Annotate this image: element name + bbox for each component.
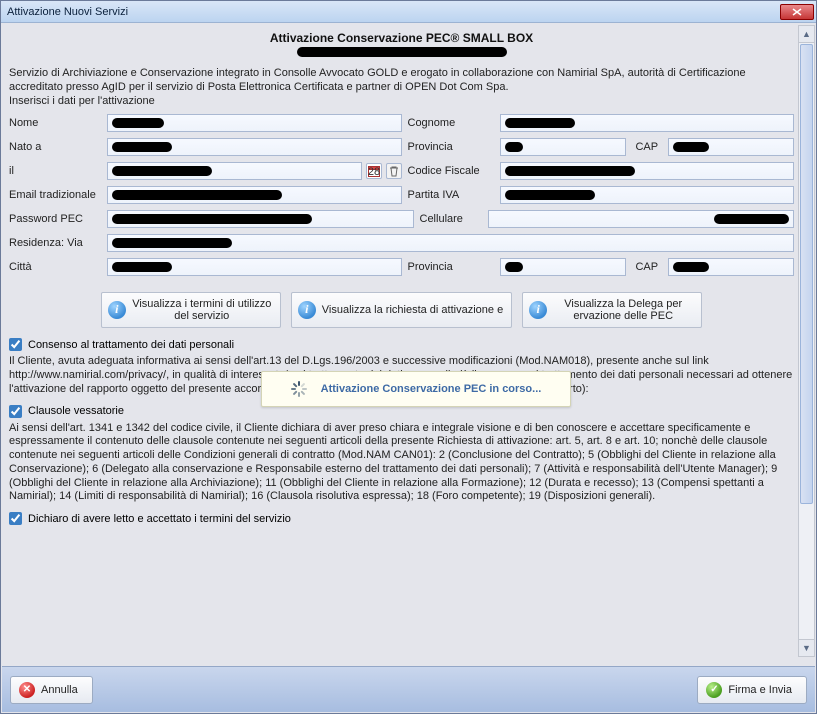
spinner-icon [291,381,307,397]
submit-button[interactable]: ✓ Firma e Invia [697,676,807,704]
cap-input-2[interactable] [668,258,794,276]
clausole-label: Clausole vessatorie [28,405,124,417]
content-area: Attivazione Conservazione PEC® SMALL BOX… [1,23,816,713]
vertical-scrollbar[interactable]: ▲ ▼ [798,25,815,657]
cell-input[interactable] [488,210,795,228]
info-icon: i [529,301,547,319]
citta-label: Città [9,261,101,273]
cell-label: Cellulare [420,213,482,225]
svg-text:28: 28 [368,166,380,177]
form: Nome Cognome Nato a Provincia CAP il 28 [9,114,794,276]
intro-text: Servizio di Archiviazione e Conservazion… [9,67,794,108]
calendar-icon: 28 [368,165,380,177]
citta-input[interactable] [107,258,402,276]
progress-text: Attivazione Conservazione PEC in corso..… [321,383,542,395]
cognome-label: Cognome [408,117,494,129]
ok-icon: ✓ [706,682,722,698]
email-label: Email tradizionale [9,189,101,201]
cancel-label: Annulla [41,684,78,696]
cancel-button[interactable]: ✕ Annulla [10,676,93,704]
scroll-pane: Attivazione Conservazione PEC® SMALL BOX… [7,23,796,657]
page-title: Attivazione Conservazione PEC® SMALL BOX [9,31,794,45]
natoa-label: Nato a [9,141,101,153]
calendar-button[interactable]: 28 [366,163,382,179]
consent-label: Consenso al trattamento dei dati persona… [28,339,234,351]
info-icon: i [298,301,316,319]
view-terms-label: Visualizza i termini di utilizzo del ser… [132,298,272,323]
scroll-thumb[interactable] [800,44,813,504]
cf-label: Codice Fiscale [408,165,494,177]
clear-date-button[interactable] [386,163,402,179]
res-label: Residenza: Via [9,237,101,249]
pwd-label: Password PEC [9,213,101,225]
view-delega-label: Visualizza la Delega per ervazione delle… [553,298,693,323]
cap-label-2: CAP [632,261,662,273]
view-request-label: Visualizza la richiesta di attivazione e [322,304,503,317]
submit-label: Firma e Invia [728,684,792,696]
cancel-icon: ✕ [19,682,35,698]
dichiaro-checkbox[interactable] [9,512,22,525]
email-input[interactable] [107,186,402,204]
page-subtitle-redacted [9,47,794,59]
close-button[interactable] [780,4,814,20]
close-icon [792,8,802,16]
trash-icon [388,165,400,177]
cognome-input[interactable] [500,114,795,132]
view-request-button[interactable]: i Visualizza la richiesta di attivazione… [291,292,512,328]
cf-input[interactable] [500,162,795,180]
clausole-checkbox[interactable] [9,405,22,418]
info-icon: i [108,301,126,319]
clausole-text: Ai sensi dell'art. 1341 e 1342 del codic… [9,422,794,505]
cap-label-1: CAP [632,141,662,153]
footer: ✕ Annulla ✓ Firma e Invia [2,666,815,712]
natoa-input[interactable] [107,138,402,156]
il-label: il [9,165,101,177]
nome-input[interactable] [107,114,402,132]
cap-input-1[interactable] [668,138,794,156]
nome-label: Nome [9,117,101,129]
view-delega-button[interactable]: i Visualizza la Delega per ervazione del… [522,292,702,328]
window-title: Attivazione Nuovi Servizi [7,6,128,18]
piva-label: Partita IVA [408,189,494,201]
res-input[interactable] [107,234,794,252]
provincia-label-2: Provincia [408,261,494,273]
dichiaro-label: Dichiaro di avere letto e accettato i te… [28,513,291,525]
scroll-down-button[interactable]: ▼ [799,639,814,656]
dialog-window: Attivazione Nuovi Servizi Attivazione Co… [0,0,817,714]
piva-input[interactable] [500,186,795,204]
provincia-input-2[interactable] [500,258,626,276]
document-buttons: i Visualizza i termini di utilizzo del s… [9,292,794,328]
pwd-input[interactable] [107,210,414,228]
provincia-input-1[interactable] [500,138,626,156]
titlebar: Attivazione Nuovi Servizi [1,1,816,23]
view-terms-button[interactable]: i Visualizza i termini di utilizzo del s… [101,292,281,328]
provincia-label-1: Provincia [408,141,494,153]
scroll-up-button[interactable]: ▲ [799,26,814,43]
il-input[interactable] [107,162,362,180]
consent-checkbox[interactable] [9,338,22,351]
progress-modal: Attivazione Conservazione PEC in corso..… [261,371,571,407]
